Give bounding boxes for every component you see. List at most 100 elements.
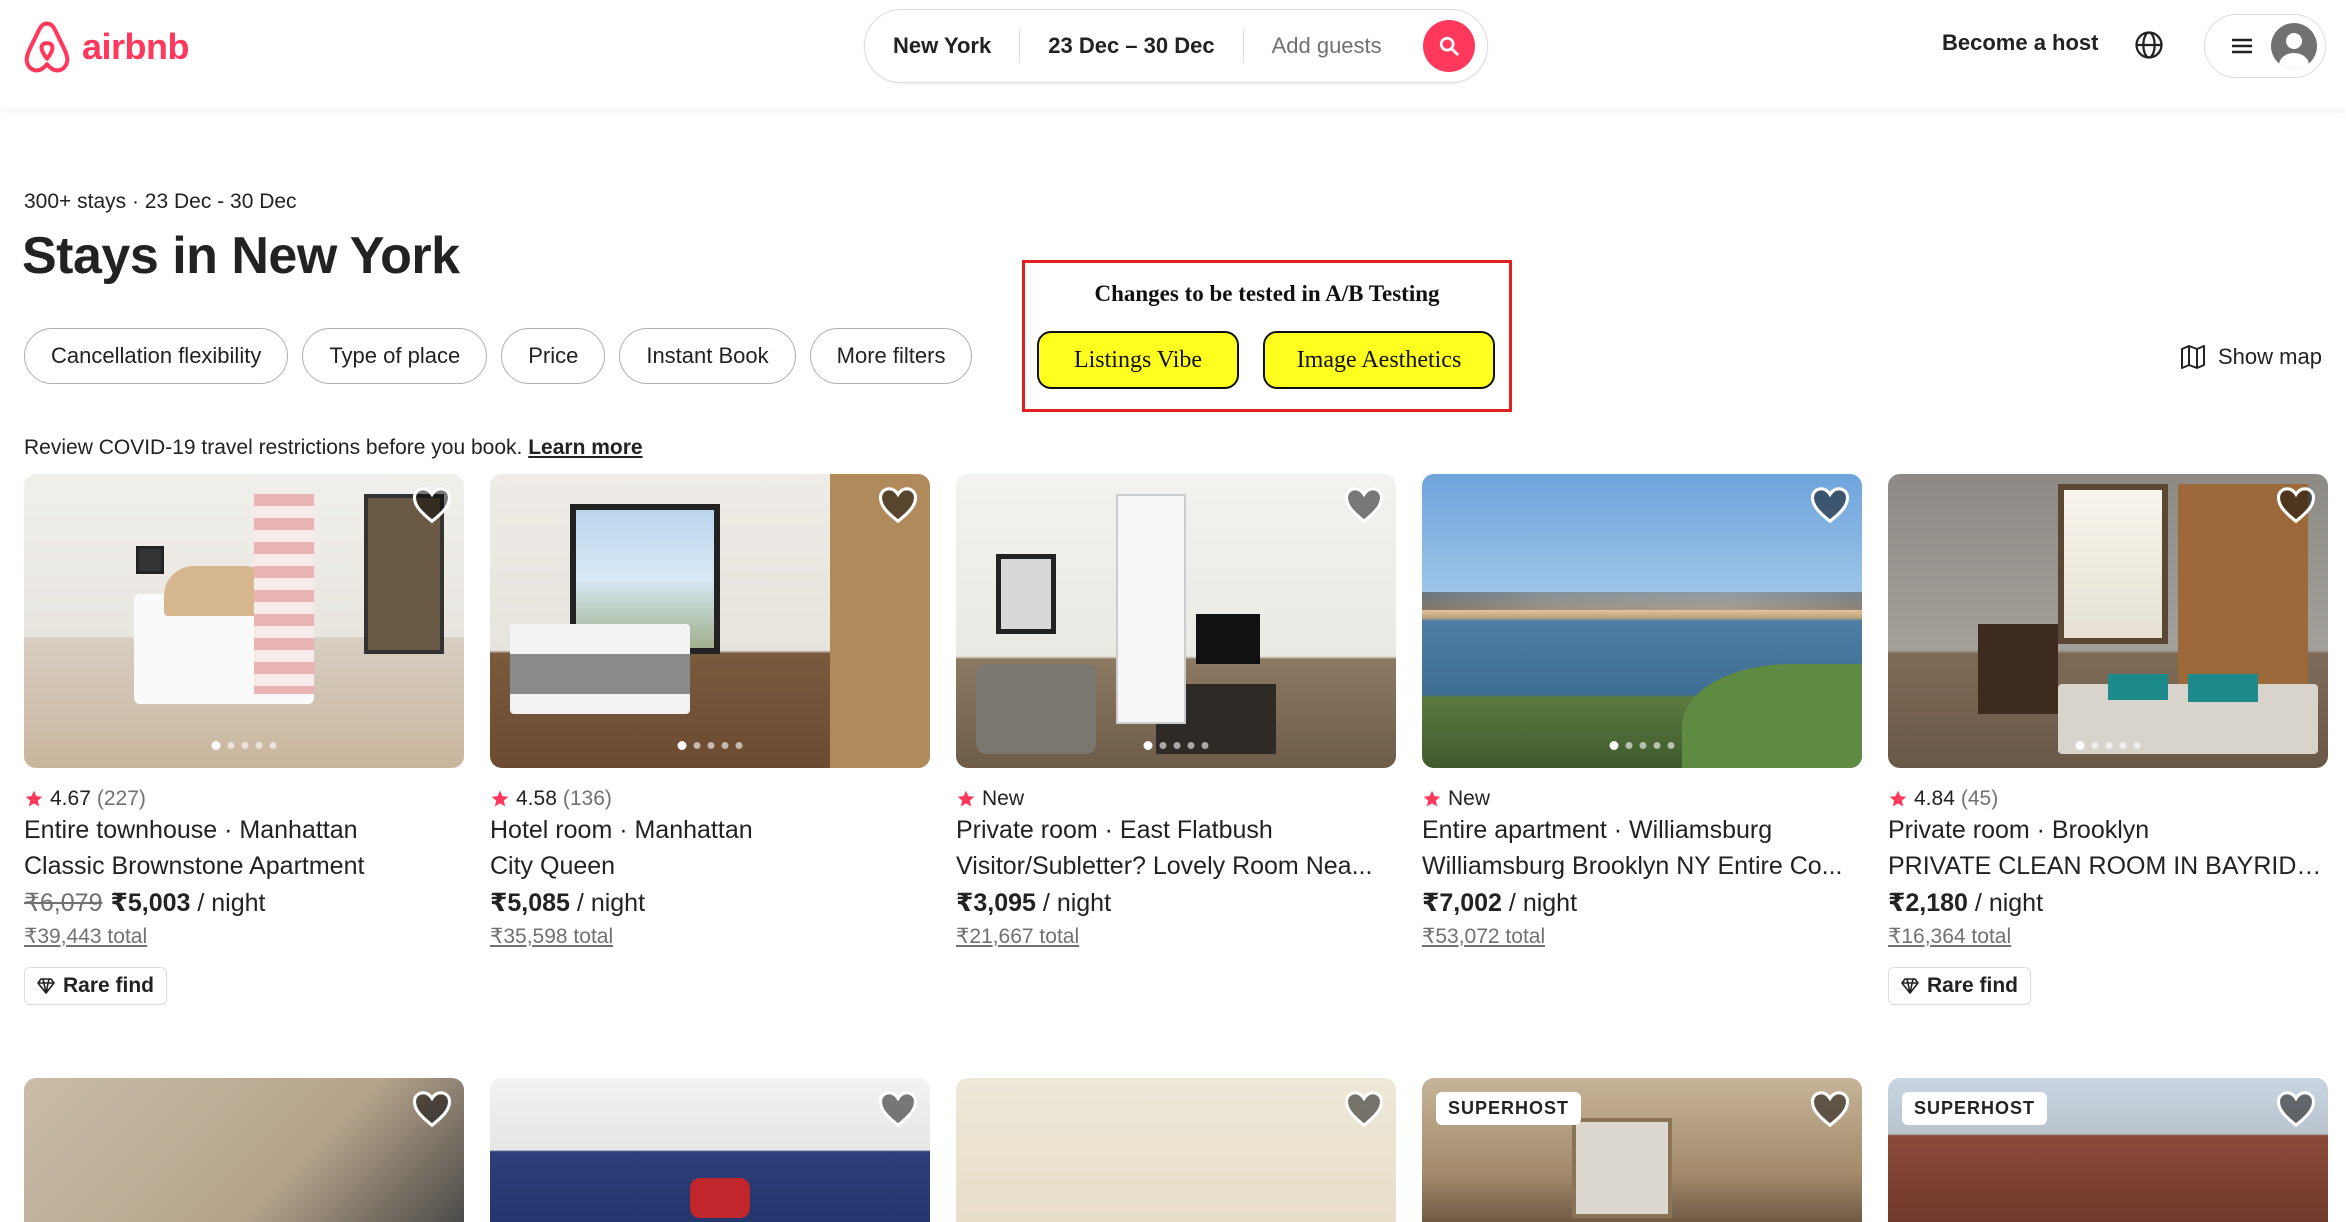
heart-icon[interactable] [412,486,452,524]
search-bar[interactable]: New York 23 Dec – 30 Dec Add guests [864,9,1488,83]
filter-price[interactable]: Price [501,328,606,384]
listing-type: Private room · Brooklyn [1888,816,2150,844]
carousel-dots [211,741,277,750]
total-price[interactable]: ₹53,072 total [1422,924,1862,949]
listing-price: ₹3,095 / night [956,884,1396,922]
listing-type: Entire apartment · Williamsburg [1422,816,1773,844]
star-icon [1889,790,1907,807]
search-icon [1439,36,1459,56]
user-icon [2279,33,2309,69]
listing-photo[interactable] [24,474,464,768]
heart-icon[interactable] [412,1090,452,1128]
listing-price: ₹5,085 / night [490,884,930,922]
listing-photo[interactable] [490,1078,930,1222]
filter-more[interactable]: More filters [809,328,973,384]
listing-card[interactable]: New Entire apartment · Williamsburg Will… [1422,474,1862,949]
listing-price: ₹6,079 ₹5,003 / night [24,884,464,922]
search-meta: 300+ stays · 23 Dec - 30 Dec [24,190,297,213]
carousel-dots [1143,741,1209,750]
learn-more-link[interactable]: Learn more [528,436,642,459]
heart-icon[interactable] [2276,486,2316,524]
listing-price: ₹2,180 / night [1888,884,2328,922]
globe-icon[interactable] [2134,30,2164,60]
listing-photo[interactable]: SUPERHOST [1422,1078,1862,1222]
airbnb-logo[interactable]: airbnb [22,20,190,74]
heart-icon[interactable] [1810,1090,1850,1128]
price-unit: / night [197,889,266,917]
show-map-button[interactable]: Show map [2180,344,2322,370]
become-host-link[interactable]: Become a host [1942,30,2099,56]
covid-text: Review COVID-19 travel restrictions befo… [24,436,523,459]
total-price[interactable]: ₹35,598 total [490,924,930,949]
listings-vibe-button[interactable]: Listings Vibe [1037,331,1239,389]
search-dates[interactable]: 23 Dec – 30 Dec [1020,29,1242,63]
star-icon [1423,790,1441,807]
carousel-dots [677,741,743,750]
nightly-price: ₹5,085 [490,889,570,917]
listing-price: ₹7,002 / night [1422,884,1862,922]
listing-name[interactable]: City Queen [490,848,930,884]
rating-value: 4.67 [50,787,91,810]
filter-type-of-place[interactable]: Type of place [302,328,488,384]
heart-icon[interactable] [2276,1090,2316,1128]
listing-photo[interactable] [956,1078,1396,1222]
show-map-label: Show map [2218,344,2322,369]
total-price[interactable]: ₹16,364 total [1888,924,2328,949]
covid-notice: Review COVID-19 travel restrictions befo… [24,436,643,460]
listing-photo[interactable] [490,474,930,768]
listing-type: Entire townhouse · Manhattan [24,816,358,844]
search-location[interactable]: New York [865,29,1019,63]
rating-value: 4.58 [516,787,557,810]
listing-photo[interactable] [1422,474,1862,768]
nightly-price: ₹5,003 [110,889,191,917]
rating-value: New [982,787,1025,810]
heart-icon[interactable] [1344,486,1384,524]
heart-icon[interactable] [878,486,918,524]
listing-name[interactable]: Visitor/Subletter? Lovely Room Nea... [956,848,1396,884]
superhost-badge: SUPERHOST [1902,1092,2048,1125]
listing-photo[interactable]: SUPERHOST [1888,1078,2328,1222]
heart-icon[interactable] [878,1090,918,1128]
map-icon [2181,345,2205,369]
hamburger-icon [2232,38,2252,54]
user-menu-button[interactable] [2204,14,2326,78]
listing-type: Hotel room · Manhattan [490,816,753,844]
search-guests[interactable]: Add guests [1244,29,1410,63]
listing-name[interactable]: Williamsburg Brooklyn NY Entire Co... [1422,848,1862,884]
search-button[interactable] [1423,20,1475,72]
nightly-price: ₹7,002 [1422,889,1502,917]
listing-card[interactable]: 4.67 (227) Entire townhouse · Manhattan … [24,474,464,1005]
listing-photo[interactable] [1888,474,2328,768]
heart-icon[interactable] [1344,1090,1384,1128]
listing-name[interactable]: PRIVATE CLEAN ROOM IN BAYRIDG... [1888,848,2328,884]
rating-count: (136) [562,787,612,810]
nightly-price: ₹3,095 [956,889,1036,917]
rating-value: 4.84 [1914,787,1955,810]
listing-photo[interactable] [956,474,1396,768]
diamond-icon [37,978,55,994]
price-unit: / night [576,889,646,917]
listing-name[interactable]: Classic Brownstone Apartment [24,848,464,884]
rating-count: (45) [1960,787,1999,810]
top-header: airbnb New York 23 Dec – 30 Dec Add gues… [0,0,2346,109]
ab-test-title: Changes to be tested in A/B Testing [1094,281,1440,306]
listing-rating: New [1422,786,1862,812]
star-icon [491,790,509,807]
listing-card[interactable]: 4.84 (45) Private room · Brooklyn PRIVAT… [1888,474,2328,1005]
total-price[interactable]: ₹21,667 total [956,924,1396,949]
rating-value: New [1448,787,1491,810]
listing-rating: 4.84 (45) [1888,786,2328,812]
original-price: ₹6,079 [24,889,103,917]
heart-icon[interactable] [1810,486,1850,524]
superhost-badge: SUPERHOST [1436,1092,1582,1125]
listing-photo[interactable] [24,1078,464,1222]
rare-find-badge: Rare find [24,967,168,1005]
listing-card[interactable]: 4.58 (136) Hotel room · Manhattan City Q… [490,474,930,949]
filter-cancellation[interactable]: Cancellation flexibility [24,328,289,384]
filter-instant-book[interactable]: Instant Book [619,328,796,384]
carousel-dots [1609,741,1675,750]
total-price[interactable]: ₹39,443 total [24,924,464,949]
image-aesthetics-button[interactable]: Image Aesthetics [1263,331,1495,389]
avatar [2271,23,2317,69]
listing-card[interactable]: New Private room · East Flatbush Visitor… [956,474,1396,949]
